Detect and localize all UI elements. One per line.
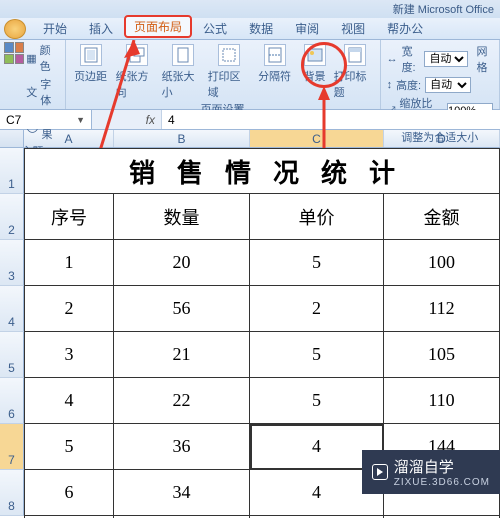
title-bar: 新建 Microsoft Office [0,0,500,18]
col-D[interactable]: D [384,130,500,147]
formula-value: 4 [168,113,175,127]
row-8[interactable]: 8 [0,470,24,516]
table-cell[interactable]: 1 [24,240,114,286]
print-titles-label: 打印标题 [334,68,376,100]
tab-page-layout[interactable]: 页面布局 [124,15,192,38]
margins-button[interactable]: 页边距 [70,42,112,100]
play-icon [372,464,388,480]
row-4[interactable]: 4 [0,286,24,332]
group-themes: ▦颜色 文字体 ◯效果 主题 [0,40,66,109]
row-1[interactable]: 1 [0,148,24,194]
col-A[interactable]: A [24,130,114,147]
background-button[interactable]: 背景 [300,42,330,100]
breaks-button[interactable]: 分隔符 [254,42,296,100]
tab-home[interactable]: 开始 [32,17,78,39]
row-7[interactable]: 7 [0,424,24,470]
background-label: 背景 [304,68,326,84]
gridline-label: 网格 [476,43,493,75]
orientation-button[interactable]: 纸张方向 [116,42,158,100]
table-cell[interactable]: 110 [384,378,500,424]
row-5[interactable]: 5 [0,332,24,378]
hdr-A[interactable]: 序号 [24,194,114,240]
table-cell[interactable]: 20 [114,240,250,286]
table-cell[interactable]: 5 [250,378,384,424]
ribbon-tabs: 开始 插入 页面布局 公式 数据 审阅 视图 帮办公 [0,18,500,40]
hdr-C[interactable]: 单价 [250,194,384,240]
table-cell[interactable]: 100 [384,240,500,286]
window-title: 新建 Microsoft Office [393,1,494,17]
table-cell[interactable]: 36 [114,424,250,470]
fx-label: fx [146,113,155,127]
height-icon: ↕ [387,79,393,91]
orientation-label: 纸张方向 [116,68,158,100]
table-cell[interactable]: 5 [250,240,384,286]
width-icon: ↔ [387,53,398,65]
table-cell[interactable]: 4 [24,378,114,424]
name-box[interactable]: C7 ▼ [0,110,92,129]
size-label: 纸张大小 [162,68,204,100]
hdr-D[interactable]: 金额 [384,194,500,240]
fx-button[interactable]: fx [92,110,162,129]
chevron-down-icon[interactable]: ▼ [76,115,85,125]
column-headers: A B C D [0,130,500,148]
theme-colors-label: 颜色 [40,42,61,74]
table-cell[interactable]: 6 [24,470,114,516]
table-cell[interactable]: 112 [384,286,500,332]
group-scale: ↔宽度:自动网格 ↕高度:自动 ⤢缩放比例: 调整为合适大小 [381,40,500,109]
tab-view[interactable]: 视图 [330,17,376,39]
table-cell[interactable]: 2 [250,286,384,332]
select-all-corner[interactable] [0,130,24,147]
ribbon: ▦颜色 文字体 ◯效果 主题 页边距 纸张方向 纸张大小 打印区域 分隔符 背景… [0,40,500,110]
row-3[interactable]: 3 [0,240,24,286]
table-cell[interactable]: 3 [24,332,114,378]
theme-fonts-label: 字体 [40,76,60,108]
width-label: 宽度: [402,43,421,75]
table-cell[interactable]: 5 [24,424,114,470]
themes-icon[interactable] [4,42,24,64]
formula-bar: C7 ▼ fx 4 [0,110,500,130]
height-label: 高度: [396,77,421,93]
print-area-button[interactable]: 打印区域 [208,42,250,100]
margins-label: 页边距 [74,68,107,84]
size-button[interactable]: 纸张大小 [162,42,204,100]
tab-data[interactable]: 数据 [238,17,284,39]
row-headers: 1 2 3 4 5 6 7 8 [0,148,24,516]
table-cell[interactable]: 105 [384,332,500,378]
table-cell[interactable]: 5 [250,332,384,378]
name-box-value: C7 [6,113,21,127]
watermark-url: ZIXUE.3D66.COM [394,477,490,488]
theme-colors-icon[interactable]: ▦ [26,52,36,65]
col-C[interactable]: C [250,130,384,147]
table-cell[interactable]: 21 [114,332,250,378]
breaks-label: 分隔符 [258,68,291,84]
tab-help[interactable]: 帮办公 [376,17,434,39]
col-B[interactable]: B [114,130,250,147]
hdr-B[interactable]: 数量 [114,194,250,240]
formula-input[interactable]: 4 [162,110,500,129]
watermark-brand: 溜溜自学 [394,456,490,477]
group-page-setup: 页边距 纸张方向 纸张大小 打印区域 分隔符 背景 打印标题 页面设置 [66,40,381,109]
theme-fonts-icon[interactable]: 文 [26,84,37,100]
row-2[interactable]: 2 [0,194,24,240]
tab-formulas[interactable]: 公式 [192,17,238,39]
tab-insert[interactable]: 插入 [78,17,124,39]
print-titles-button[interactable]: 打印标题 [334,42,376,100]
sheet-title[interactable]: 销售情况统计 [24,148,500,194]
print-area-label: 打印区域 [208,68,250,100]
row-6[interactable]: 6 [0,378,24,424]
tab-review[interactable]: 审阅 [284,17,330,39]
height-select[interactable]: 自动 [425,77,471,93]
table-cell[interactable]: 22 [114,378,250,424]
table-cell[interactable]: 34 [114,470,250,516]
office-button[interactable] [4,19,26,39]
table-cell[interactable]: 56 [114,286,250,332]
width-select[interactable]: 自动 [424,51,468,67]
table-cell[interactable]: 2 [24,286,114,332]
watermark: 溜溜自学 ZIXUE.3D66.COM [362,450,500,494]
